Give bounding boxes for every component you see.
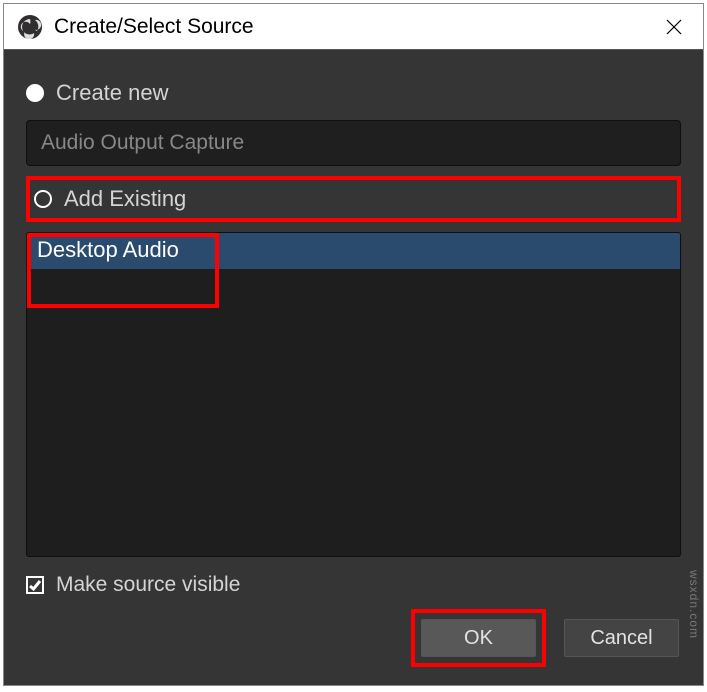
ok-button[interactable]: OK bbox=[421, 619, 536, 657]
highlight-add-existing: Add Existing bbox=[26, 176, 681, 222]
create-select-source-dialog: Create/Select Source Create new Add Exis… bbox=[3, 3, 704, 686]
radio-icon bbox=[26, 84, 44, 102]
radio-icon bbox=[34, 190, 52, 208]
button-row: OK Cancel bbox=[26, 609, 681, 667]
radio-label: Add Existing bbox=[64, 186, 186, 212]
source-name-input[interactable] bbox=[26, 120, 681, 166]
list-item[interactable]: Desktop Audio bbox=[27, 233, 680, 269]
obs-logo-icon bbox=[18, 15, 42, 39]
dialog-body: Create new Add Existing Desktop Audio Ma… bbox=[4, 50, 703, 685]
radio-label: Create new bbox=[56, 80, 169, 106]
dialog-title: Create/Select Source bbox=[54, 15, 649, 39]
checkbox-label: Make source visible bbox=[56, 573, 240, 597]
close-button[interactable] bbox=[649, 5, 699, 49]
cancel-button[interactable]: Cancel bbox=[564, 619, 679, 657]
close-icon bbox=[666, 19, 682, 35]
checkbox-make-visible[interactable]: Make source visible bbox=[26, 573, 681, 597]
checkbox-icon bbox=[26, 576, 44, 594]
watermark-text: wsxdn.com bbox=[687, 570, 701, 639]
radio-create-new[interactable]: Create new bbox=[26, 80, 681, 106]
radio-add-existing[interactable]: Add Existing bbox=[30, 182, 194, 216]
highlight-ok-button: OK bbox=[411, 609, 546, 667]
existing-sources-list[interactable]: Desktop Audio bbox=[26, 232, 681, 557]
titlebar: Create/Select Source bbox=[4, 4, 703, 50]
